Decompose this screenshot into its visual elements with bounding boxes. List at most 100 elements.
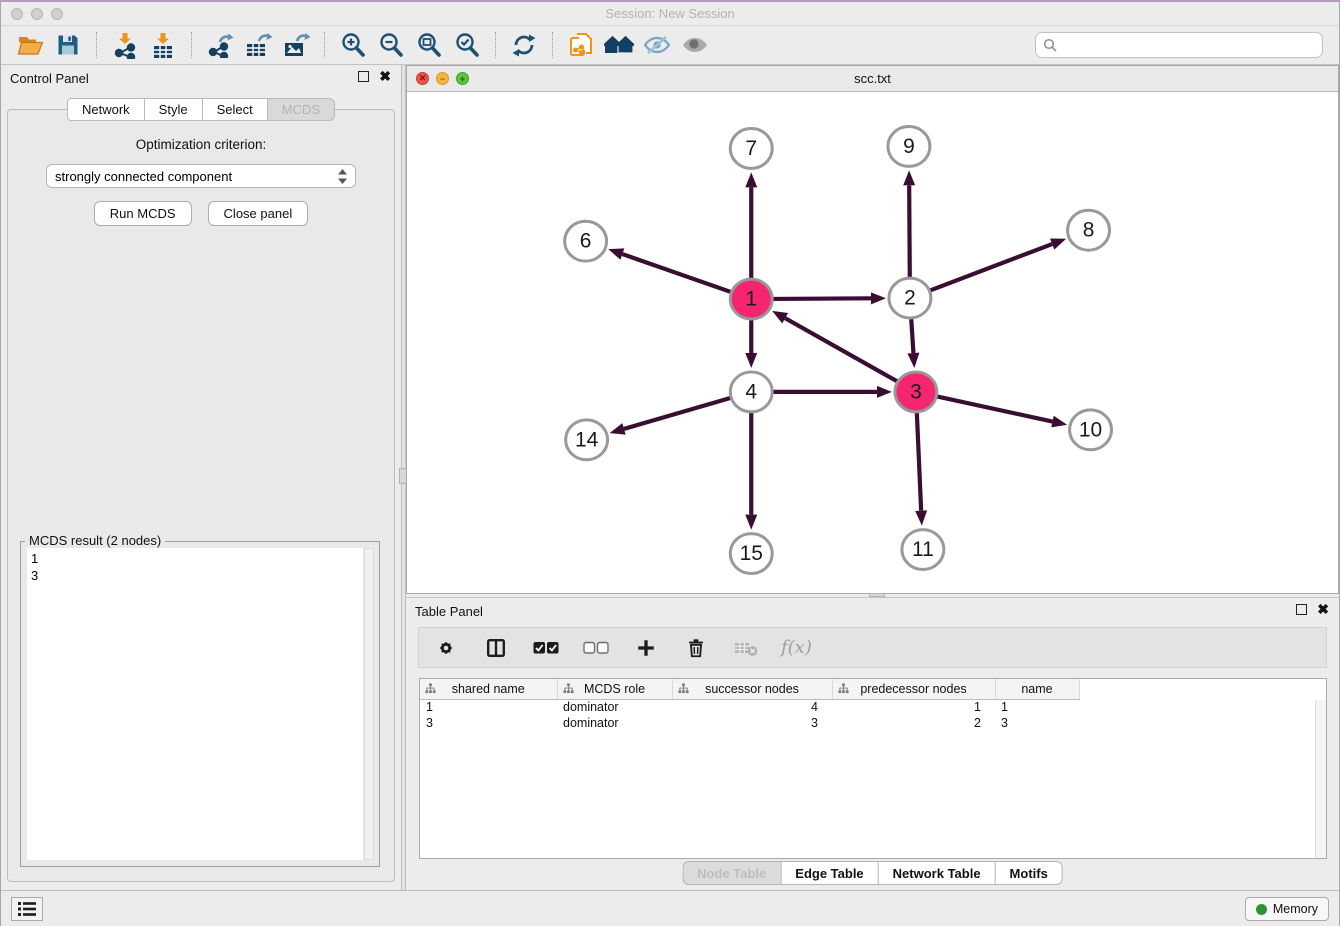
graph-node-1[interactable]: 1 xyxy=(730,279,772,319)
refresh-view-button[interactable] xyxy=(505,30,543,60)
graph-arrowhead xyxy=(745,172,757,187)
table-settings-button[interactable] xyxy=(431,633,461,663)
zoom-in-button[interactable] xyxy=(334,30,372,60)
close-panel-button[interactable]: Close panel xyxy=(208,201,309,226)
export-network-button[interactable] xyxy=(201,30,239,60)
memory-button[interactable]: Memory xyxy=(1245,897,1329,921)
float-table-panel-icon[interactable] xyxy=(1296,604,1307,615)
graph-edge-1-2[interactable] xyxy=(772,298,871,299)
import-table-button[interactable] xyxy=(144,30,182,60)
graph-arrowhead xyxy=(877,386,892,398)
home-layout-button[interactable] xyxy=(600,30,638,60)
table-cell[interactable]: 1 xyxy=(995,699,1079,715)
table-scrollbar[interactable] xyxy=(1315,700,1326,858)
zoom-out-button[interactable] xyxy=(372,30,410,60)
graph-node-label: 8 xyxy=(1083,219,1095,242)
main-toolbar xyxy=(1,26,1339,65)
select-all-columns-button[interactable] xyxy=(531,633,561,663)
zoom-selected-button[interactable] xyxy=(448,30,486,60)
graph-node-10[interactable]: 10 xyxy=(1070,410,1112,450)
delete-column-button[interactable] xyxy=(681,633,711,663)
search-box[interactable] xyxy=(1035,32,1323,58)
tab-motifs[interactable]: Motifs xyxy=(995,861,1063,885)
search-input[interactable] xyxy=(1062,38,1315,53)
column-header-mcds-role[interactable]: MCDS role xyxy=(557,679,672,699)
tab-select[interactable]: Select xyxy=(202,98,267,121)
export-table-icon xyxy=(245,32,272,58)
open-session-button[interactable] xyxy=(11,30,49,60)
toolbar-separator xyxy=(495,32,496,58)
network-graph[interactable]: 7 9 6 8 1 2 4 3 14 10 15 11 xyxy=(407,92,1338,593)
show-details-button[interactable] xyxy=(676,30,714,60)
graph-node-6[interactable]: 6 xyxy=(565,221,607,261)
graph-node-3[interactable]: 3 xyxy=(895,372,937,412)
table-row[interactable]: 1dominator411 xyxy=(420,699,1079,715)
graph-node-2[interactable]: 2 xyxy=(889,278,931,318)
graph-edge-2-9[interactable] xyxy=(909,185,910,277)
function-builder-button[interactable]: f(x) xyxy=(781,637,812,658)
graph-node-15[interactable]: 15 xyxy=(730,534,772,574)
column-header-successor-nodes[interactable]: successor nodes xyxy=(672,679,832,699)
table-cell[interactable]: 3 xyxy=(995,715,1079,731)
graph-node-4[interactable]: 4 xyxy=(730,372,772,412)
memory-label: Memory xyxy=(1273,902,1318,916)
graph-edge-2-8[interactable] xyxy=(930,244,1053,291)
table-cell[interactable]: 1 xyxy=(420,699,557,715)
table-cell[interactable]: 2 xyxy=(832,715,995,731)
import-network-button[interactable] xyxy=(106,30,144,60)
tab-network-table[interactable]: Network Table xyxy=(878,861,995,885)
graph-node-9[interactable]: 9 xyxy=(888,126,930,166)
tab-network[interactable]: Network xyxy=(67,98,144,121)
search-icon xyxy=(1043,38,1057,52)
save-session-button[interactable] xyxy=(49,30,87,60)
export-table-button[interactable] xyxy=(239,30,277,60)
tab-node-table[interactable]: Node Table xyxy=(682,861,780,885)
mcds-result-text[interactable]: 13 xyxy=(27,548,363,860)
graph-edge-2-3[interactable] xyxy=(911,319,913,353)
network-canvas[interactable]: 7 9 6 8 1 2 4 3 14 10 15 11 xyxy=(406,92,1339,594)
graph-node-14[interactable]: 14 xyxy=(566,420,608,460)
checked-checkboxes-icon xyxy=(533,641,559,655)
zoom-fit-button[interactable] xyxy=(410,30,448,60)
tab-mcds[interactable]: MCDS xyxy=(267,98,335,121)
tab-edge-table[interactable]: Edge Table xyxy=(780,861,877,885)
mcds-result-scrollbar[interactable] xyxy=(364,548,374,860)
graph-arrowhead xyxy=(608,248,624,259)
graph-edge-3-10[interactable] xyxy=(936,396,1052,421)
graph-edge-4-14[interactable] xyxy=(624,398,731,429)
toolbar-separator xyxy=(324,32,325,58)
graph-edge-1-6[interactable] xyxy=(622,254,731,292)
export-image-button[interactable] xyxy=(277,30,315,60)
close-panel-icon[interactable]: ✖ xyxy=(379,71,391,82)
optimization-criterion-dropdown[interactable]: strongly connected component xyxy=(46,164,356,188)
graph-node-7[interactable]: 7 xyxy=(730,128,772,168)
table-cell[interactable]: dominator xyxy=(557,715,672,731)
deselect-all-columns-button[interactable] xyxy=(581,633,611,663)
table-cell[interactable]: dominator xyxy=(557,699,672,715)
hide-details-button[interactable] xyxy=(638,30,676,60)
float-panel-icon[interactable] xyxy=(358,71,369,82)
graph-edge-3-1[interactable] xyxy=(785,318,897,381)
table-row[interactable]: 3dominator323 xyxy=(420,715,1079,731)
add-column-button[interactable] xyxy=(631,633,661,663)
graph-node-8[interactable]: 8 xyxy=(1068,210,1110,250)
delete-table-button[interactable] xyxy=(731,633,761,663)
panel-list-button[interactable] xyxy=(11,897,43,921)
table-cell[interactable]: 3 xyxy=(672,715,832,731)
tab-style[interactable]: Style xyxy=(144,98,202,121)
close-table-panel-icon[interactable]: ✖ xyxy=(1317,604,1329,615)
column-header-shared-name[interactable]: shared name xyxy=(420,679,557,699)
clone-network-button[interactable] xyxy=(562,30,600,60)
table-cell[interactable]: 4 xyxy=(672,699,832,715)
column-header-name[interactable]: name xyxy=(995,679,1079,699)
graph-node-label: 1 xyxy=(745,288,757,311)
dropdown-value: strongly connected component xyxy=(55,169,338,184)
table-cell[interactable]: 1 xyxy=(832,699,995,715)
table-cell[interactable]: 3 xyxy=(420,715,557,731)
graph-node-label: 4 xyxy=(745,380,757,403)
run-mcds-button[interactable]: Run MCDS xyxy=(94,201,192,226)
graph-node-11[interactable]: 11 xyxy=(902,530,944,570)
graph-edge-3-11[interactable] xyxy=(917,413,921,511)
show-columns-button[interactable] xyxy=(481,633,511,663)
column-header-predecessor-nodes[interactable]: predecessor nodes xyxy=(832,679,995,699)
